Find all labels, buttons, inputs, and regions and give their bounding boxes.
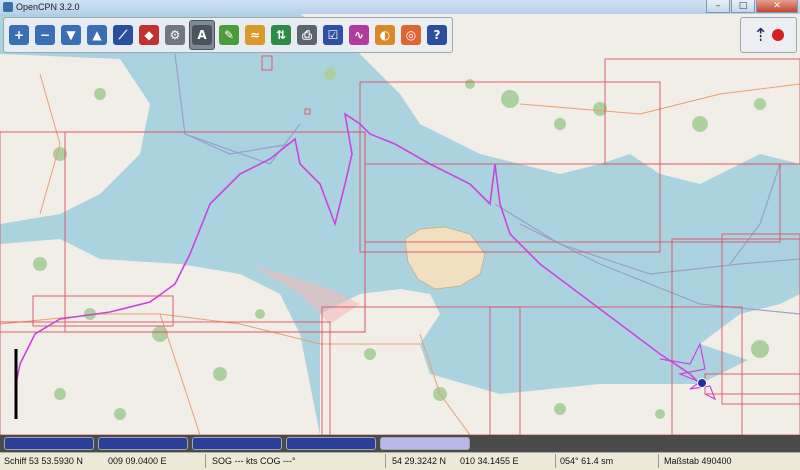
compass-widget[interactable]: ⇡ xyxy=(740,17,797,53)
main-toolbar: + − ▼ ▲ ⟋ ◆ ⚙ A ✎ ≈ ⇅ ⎙ ☑ ∿ ◐ ◎? xyxy=(3,17,453,53)
currents-icon: ⇅ xyxy=(271,25,291,45)
settings-icon: ⚙ xyxy=(165,25,185,45)
window-title: OpenCPN 3.2.0 xyxy=(16,2,80,12)
app-icon xyxy=(3,2,13,12)
chart-piano-key[interactable] xyxy=(98,437,188,450)
chart-canvas[interactable] xyxy=(0,14,800,435)
lifebuoy-icon: ◎ xyxy=(401,25,421,45)
scale-in-icon: ▼ xyxy=(61,25,81,45)
chart-piano-key[interactable] xyxy=(380,437,470,450)
chart-piano-key[interactable] xyxy=(286,437,376,450)
minimize-button[interactable]: – xyxy=(706,0,730,13)
title-bar: OpenCPN 3.2.0 – □ ✕ xyxy=(0,0,800,15)
chart-piano-bar xyxy=(0,435,800,452)
window-controls: – □ ✕ xyxy=(706,0,798,13)
sog-cog: SOG --- kts COG ---° xyxy=(212,456,296,466)
text-button[interactable]: A xyxy=(189,20,215,50)
track-icon: ∿ xyxy=(349,25,369,45)
ship-position-lon: 009 09.0400 E xyxy=(108,456,167,466)
currents-button[interactable]: ⇅ xyxy=(269,21,293,49)
zoom-out-button[interactable]: − xyxy=(33,21,57,49)
cursor-lat: 54 29.3242 N xyxy=(392,456,447,466)
zoom-out-icon: − xyxy=(35,25,55,45)
ownship-icon xyxy=(697,378,707,388)
zoom-in-icon: + xyxy=(9,25,29,45)
print-button[interactable]: ⎙ xyxy=(295,21,319,49)
help-icon: ? xyxy=(427,25,447,45)
lifebuoy-button[interactable]: ◎ xyxy=(399,21,423,49)
measure-button[interactable]: ✎ xyxy=(217,21,241,49)
chart-piano-key[interactable] xyxy=(192,437,282,450)
tides-button[interactable]: ≈ xyxy=(243,21,267,49)
gps-status-icon xyxy=(772,29,785,41)
zoom-in-button[interactable]: + xyxy=(7,21,31,49)
status-bar: Schiff 53 53.5930 N 009 09.0400 E SOG --… xyxy=(0,452,800,470)
route-manager-icon: ☑ xyxy=(323,25,343,45)
cursor-lon: 010 34.1455 E xyxy=(460,456,519,466)
ship-position-lat: Schiff 53 53.5930 N xyxy=(4,456,83,466)
settings-button[interactable]: ⚙ xyxy=(163,21,187,49)
scale-in-button[interactable]: ▼ xyxy=(59,21,83,49)
north-arrow-icon: ⇡ xyxy=(752,24,769,46)
help-button[interactable]: ? xyxy=(425,21,449,49)
close-button[interactable]: ✕ xyxy=(756,0,798,13)
chart-scale: Maßstab 490400 xyxy=(664,456,732,466)
scale-out-button[interactable]: ▲ xyxy=(85,21,109,49)
color-scheme-button[interactable]: ◐ xyxy=(373,21,397,49)
color-scheme-icon: ◐ xyxy=(375,25,395,45)
bearing-distance: 054° 61.4 sm xyxy=(560,456,614,466)
scale-out-icon: ▲ xyxy=(87,25,107,45)
route-button[interactable]: ⟋ xyxy=(111,21,135,49)
text-icon: A xyxy=(192,25,212,45)
chart-piano-key[interactable] xyxy=(4,437,94,450)
measure-icon: ✎ xyxy=(219,25,239,45)
track-button[interactable]: ∿ xyxy=(347,21,371,49)
mob-button[interactable]: ◆ xyxy=(137,21,161,49)
mob-icon: ◆ xyxy=(139,25,159,45)
tides-icon: ≈ xyxy=(245,25,265,45)
route-manager-button[interactable]: ☑ xyxy=(321,21,345,49)
maximize-button[interactable]: □ xyxy=(731,0,755,13)
route-icon: ⟋ xyxy=(113,25,133,45)
print-icon: ⎙ xyxy=(297,25,317,45)
